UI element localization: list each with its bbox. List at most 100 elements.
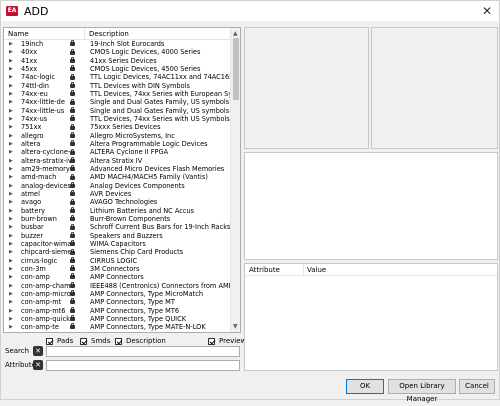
library-row[interactable]: ▶ allegro Allegro MicroSystems, Inc	[4, 132, 231, 140]
close-button[interactable]: ✕	[479, 3, 495, 19]
scrollbar-thumb[interactable]	[233, 38, 239, 100]
expand-arrow-icon[interactable]: ▶	[9, 198, 13, 206]
library-row[interactable]: ▶ busbar Schroff Current Bus Bars for 19-I…	[4, 223, 231, 231]
library-row[interactable]: ▶ con-amp AMP Connectors	[4, 273, 231, 281]
library-row[interactable]: ▶ 74xx-eu TTL Devices, 74xx Series with Eu…	[4, 90, 231, 98]
lock-icon	[70, 323, 75, 330]
expand-arrow-icon[interactable]: ▶	[9, 307, 13, 315]
column-separator[interactable]	[303, 264, 304, 276]
library-row[interactable]: ▶ con-amp-mt6 AMP Connectors, Type MT6	[4, 307, 231, 315]
library-row[interactable]: ▶ battery Lithium Batteries and NC Accus	[4, 207, 231, 215]
library-row[interactable]: ▶ capacitor-wima WIMA Capacitors	[4, 240, 231, 248]
cancel-button[interactable]: Cancel	[459, 379, 495, 394]
library-row[interactable]: ▶ avago AVAGO Technologies	[4, 198, 231, 206]
column-separator[interactable]	[84, 28, 85, 40]
library-row[interactable]: ▶ con-3m 3M Connectors	[4, 265, 231, 273]
expand-arrow-icon[interactable]: ▶	[9, 298, 13, 306]
scroll-up-arrow-icon[interactable]: ▲	[233, 30, 238, 37]
description-checkbox[interactable]: Description	[115, 336, 166, 346]
library-row[interactable]: ▶ buzzer Speakers and Buzzers	[4, 232, 231, 240]
library-row[interactable]: ▶ altera-stratix-iv Altera Stratix IV	[4, 157, 231, 165]
library-row[interactable]: ▶ chipcard-siemens Siemens Chip Card Produ…	[4, 248, 231, 256]
expand-arrow-icon[interactable]: ▶	[9, 273, 13, 281]
expand-arrow-icon[interactable]: ▶	[9, 248, 13, 256]
library-row[interactable]: ▶ con-amp-quick AMP Connectors, Type QUICK	[4, 315, 231, 323]
library-row[interactable]: ▶ con-amp-micro... AMP Connectors, Type Mi…	[4, 290, 231, 298]
expand-arrow-icon[interactable]: ▶	[9, 82, 13, 90]
search-input[interactable]	[46, 346, 240, 357]
library-row[interactable]: ▶ amd-mach AMD MACH4/MACH5 Family (Vantis)	[4, 173, 231, 181]
library-row[interactable]: ▶ 74xx-us TTL Devices, 74xx Series with US…	[4, 115, 231, 123]
expand-arrow-icon[interactable]: ▶	[9, 148, 13, 156]
library-row[interactable]: ▶ atmel AVR Devices	[4, 190, 231, 198]
expand-arrow-icon[interactable]: ▶	[9, 40, 13, 48]
library-row[interactable]: ▶ cirrus-logic CIRRUS LOGIC	[4, 257, 231, 265]
library-row[interactable]: ▶ con-amp-champ IEEE488 (Centronics) Conne…	[4, 282, 231, 290]
expand-arrow-icon[interactable]: ▶	[9, 98, 13, 106]
library-row[interactable]: ▶ altera-cyclone-II ALTERA Cyclone II FPGA	[4, 148, 231, 156]
expand-arrow-icon[interactable]: ▶	[9, 232, 13, 240]
library-row[interactable]: ▶ 45xx CMOS Logic Devices, 4500 Series	[4, 65, 231, 73]
library-row[interactable]: ▶ 74ttl-din TTL Devices with DIN Symbols	[4, 82, 231, 90]
expand-arrow-icon[interactable]: ▶	[9, 182, 13, 190]
column-header-description[interactable]: Description	[89, 30, 129, 38]
library-row[interactable]: ▶ 41xx 41xx Series Devices	[4, 57, 231, 65]
checked-box-icon[interactable]	[115, 337, 122, 345]
pads-label: Pads	[57, 337, 74, 345]
attributes-input[interactable]	[46, 360, 240, 371]
expand-arrow-icon[interactable]: ▶	[9, 223, 13, 231]
library-row[interactable]: ▶ 74xx-little-de Single and Dual Gates Fam…	[4, 98, 231, 106]
library-row[interactable]: ▶ am29-memory Advanced Micro Devices Flash…	[4, 165, 231, 173]
expand-arrow-icon[interactable]: ▶	[9, 323, 13, 331]
expand-arrow-icon[interactable]: ▶	[9, 65, 13, 73]
expand-arrow-icon[interactable]: ▶	[9, 290, 13, 298]
expand-arrow-icon[interactable]: ▶	[9, 240, 13, 248]
column-header-name[interactable]: Name	[8, 30, 29, 38]
library-list[interactable]: ▶ 19inch 19-Inch Slot Eurocards ▶ 40xx CMOS L…	[4, 40, 231, 332]
library-row[interactable]: ▶ 74xx-little-us Single and Dual Gates Fam…	[4, 107, 231, 115]
expand-arrow-icon[interactable]: ▶	[9, 73, 13, 81]
expand-arrow-icon[interactable]: ▶	[9, 190, 13, 198]
preview-checkbox[interactable]: Preview	[208, 336, 246, 346]
expand-arrow-icon[interactable]: ▶	[9, 157, 13, 165]
open-library-manager-button[interactable]: Open Library Manager	[388, 379, 456, 403]
library-row[interactable]: ▶ con-amp-mt AMP Connectors, Type MT	[4, 298, 231, 306]
library-row[interactable]: ▶ con-amp-te AMP Connectors, Type MATE-N-L…	[4, 323, 231, 331]
column-header-value[interactable]: Value	[307, 266, 326, 274]
ok-button[interactable]: OK	[346, 379, 384, 394]
column-header-attribute[interactable]: Attribute	[249, 266, 280, 274]
library-row[interactable]: ▶ 40xx CMOS Logic Devices, 4000 Series	[4, 48, 231, 56]
checked-box-icon[interactable]	[80, 337, 87, 345]
pads-checkbox[interactable]: Pads	[46, 336, 73, 346]
expand-arrow-icon[interactable]: ▶	[9, 257, 13, 265]
expand-arrow-icon[interactable]: ▶	[9, 315, 13, 323]
expand-arrow-icon[interactable]: ▶	[9, 115, 13, 123]
library-row[interactable]: ▶ analog-devices Analog Devices Components	[4, 182, 231, 190]
checked-box-icon[interactable]	[208, 337, 215, 345]
clear-attributes-icon[interactable]: ✕	[33, 360, 43, 370]
expand-arrow-icon[interactable]: ▶	[9, 107, 13, 115]
scroll-down-arrow-icon[interactable]: ▼	[233, 323, 238, 330]
expand-arrow-icon[interactable]: ▶	[9, 140, 13, 148]
expand-arrow-icon[interactable]: ▶	[9, 132, 13, 140]
expand-arrow-icon[interactable]: ▶	[9, 90, 13, 98]
library-row[interactable]: ▶ 751xx 75xxx Series Devices	[4, 123, 231, 131]
checked-box-icon[interactable]	[46, 337, 53, 345]
library-row[interactable]: ▶ altera Altera Programmable Logic Devices	[4, 140, 231, 148]
library-row[interactable]: ▶ 74ac-logic TTL Logic Devices, 74AC11xx a…	[4, 73, 231, 81]
expand-arrow-icon[interactable]: ▶	[9, 48, 13, 56]
expand-arrow-icon[interactable]: ▶	[9, 173, 13, 181]
expand-arrow-icon[interactable]: ▶	[9, 165, 13, 173]
expand-arrow-icon[interactable]: ▶	[9, 57, 13, 65]
lock-icon	[70, 256, 75, 263]
expand-arrow-icon[interactable]: ▶	[9, 282, 13, 290]
expand-arrow-icon[interactable]: ▶	[9, 123, 13, 131]
smds-checkbox[interactable]: Smds	[80, 336, 110, 346]
expand-arrow-icon[interactable]: ▶	[9, 207, 13, 215]
expand-arrow-icon[interactable]: ▶	[9, 265, 13, 273]
library-row[interactable]: ▶ 19inch 19-Inch Slot Eurocards	[4, 40, 231, 48]
expand-arrow-icon[interactable]: ▶	[9, 215, 13, 223]
library-row[interactable]: ▶ burr-brown Burr-Brown Components	[4, 215, 231, 223]
vertical-scrollbar[interactable]: ▲ ▼	[230, 28, 240, 332]
clear-search-icon[interactable]: ✕	[33, 346, 43, 356]
